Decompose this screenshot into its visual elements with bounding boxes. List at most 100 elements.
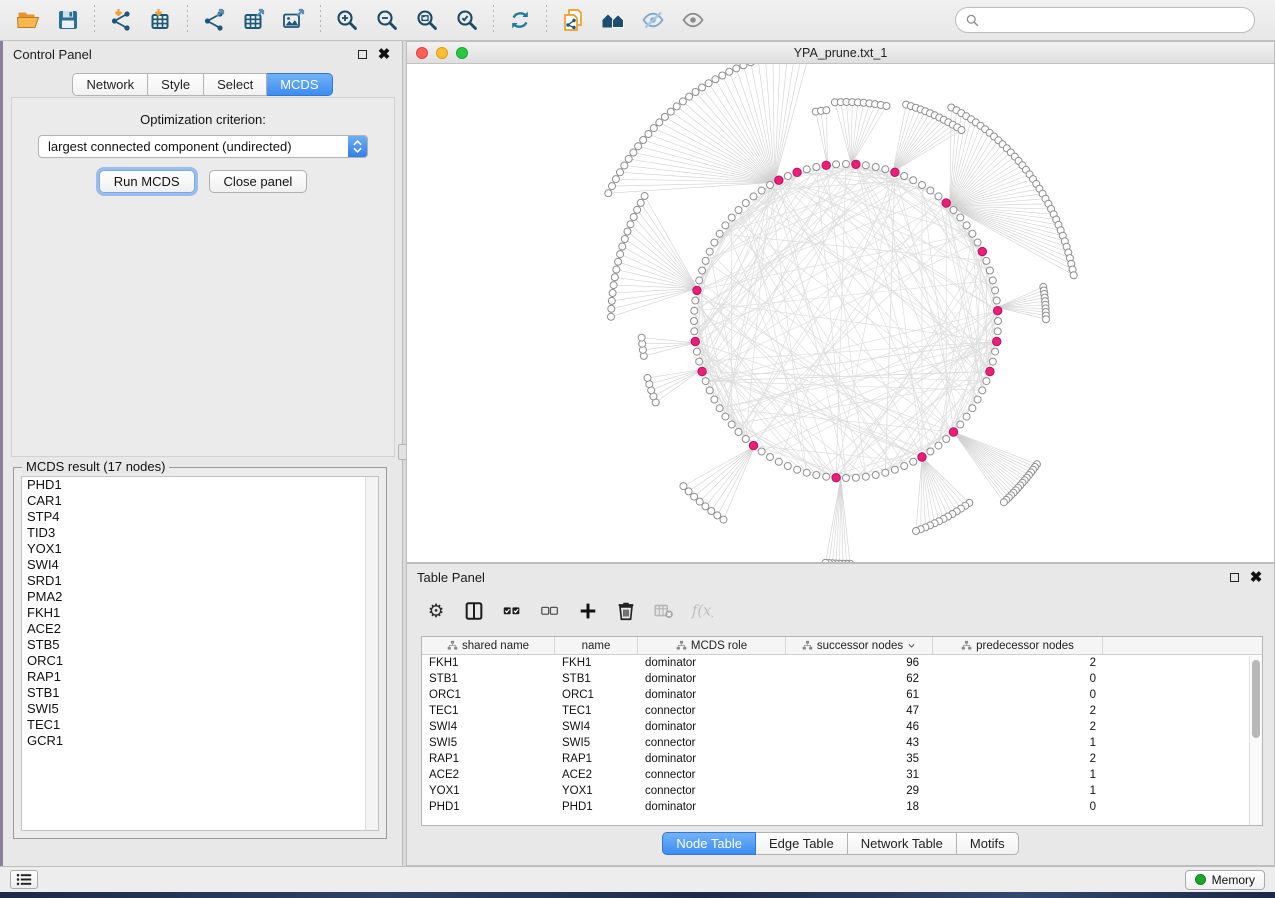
import-network-button[interactable] <box>101 3 141 37</box>
mcds-node-item[interactable]: STP4 <box>22 509 378 525</box>
svg-text:⚙: ⚙ <box>428 600 444 621</box>
table-row[interactable]: STB1STB1dominator620 <box>422 671 1262 687</box>
hide-selected-button[interactable] <box>633 3 673 37</box>
column-header-name[interactable]: name <box>555 637 638 654</box>
window-maximize-icon[interactable] <box>456 47 468 59</box>
search-box[interactable] <box>955 7 1255 33</box>
zoom-fit-button[interactable] <box>407 3 447 37</box>
tab-node-table[interactable]: Node Table <box>662 832 756 855</box>
export-image-icon <box>282 8 306 32</box>
table-row[interactable]: RAP1RAP1dominator352 <box>422 751 1262 767</box>
mcds-node-item[interactable]: ORC1 <box>22 653 378 669</box>
mcds-node-item[interactable]: PHD1 <box>22 477 378 493</box>
deselect-all-checkboxes-button[interactable] <box>533 596 567 626</box>
table-row[interactable]: FKH1FKH1dominator962 <box>422 655 1262 671</box>
table-row[interactable]: SWI4SWI4dominator462 <box>422 719 1262 735</box>
delete-table-icon <box>653 600 675 622</box>
show-all-button[interactable] <box>673 3 713 37</box>
network-column-icon <box>676 640 687 651</box>
optimization-criterion-select[interactable]: largest connected component (undirected) <box>38 135 368 158</box>
memory-button[interactable]: Memory <box>1185 870 1265 890</box>
mcds-node-item[interactable]: RAP1 <box>22 669 378 685</box>
table-scrollbar[interactable] <box>1249 656 1262 825</box>
mcds-node-item[interactable]: YOX1 <box>22 541 378 557</box>
save-session-button[interactable] <box>48 3 88 37</box>
search-input[interactable] <box>986 13 1245 28</box>
add-column-icon <box>577 600 599 622</box>
mcds-node-item[interactable]: TEC1 <box>22 717 378 733</box>
table-row[interactable]: ACE2ACE2connector311 <box>422 767 1262 783</box>
mcds-node-item[interactable]: PMA2 <box>22 589 378 605</box>
table-row[interactable]: TEC1TEC1connector472 <box>422 703 1262 719</box>
columns-view-button[interactable] <box>457 596 491 626</box>
table-panel-tabs: Node TableEdge TableNetwork TableMotifs <box>662 832 1018 855</box>
delete-columns-button[interactable] <box>609 596 643 626</box>
export-table-button[interactable] <box>234 3 274 37</box>
export-network-button[interactable] <box>194 3 234 37</box>
close-panel-button[interactable]: ✖ <box>376 46 392 62</box>
window-minimize-icon[interactable] <box>436 47 448 59</box>
apply-layout-button[interactable] <box>500 3 540 37</box>
mcds-list-scrollbar[interactable] <box>365 477 378 830</box>
add-column-button[interactable] <box>571 596 605 626</box>
table-row[interactable]: YOX1YOX1connector291 <box>422 783 1262 799</box>
float-panel-button[interactable] <box>354 46 370 62</box>
zoom-in-button[interactable] <box>327 3 367 37</box>
mcds-node-item[interactable]: SWI4 <box>22 557 378 573</box>
tab-select[interactable]: Select <box>204 73 267 96</box>
close-panel-action-button[interactable]: Close panel <box>209 170 308 193</box>
select-all-checkboxes-button[interactable] <box>495 596 529 626</box>
export-table-icon <box>242 8 266 32</box>
network-graph[interactable] <box>407 64 1274 562</box>
mcds-node-item[interactable]: FKH1 <box>22 605 378 621</box>
network-canvas[interactable] <box>407 64 1274 562</box>
status-bar: Memory <box>0 866 1275 892</box>
tab-network-table[interactable]: Network Table <box>848 832 957 855</box>
mcds-node-item[interactable]: GCR1 <box>22 733 378 749</box>
tab-style[interactable]: Style <box>148 73 204 96</box>
tab-motifs[interactable]: Motifs <box>957 832 1019 855</box>
mcds-node-item[interactable]: SRD1 <box>22 573 378 589</box>
zoom-out-button[interactable] <box>367 3 407 37</box>
zoom-out-icon <box>375 8 399 32</box>
run-mcds-button[interactable]: Run MCDS <box>99 170 195 193</box>
task-history-button[interactable] <box>10 870 38 889</box>
delete-columns-icon <box>615 600 637 622</box>
network-window-titlebar[interactable]: YPA_prune.txt_1 <box>407 42 1274 64</box>
column-header-shared-name[interactable]: shared name <box>422 637 555 654</box>
mcds-result-title: MCDS result (17 nodes) <box>22 459 169 474</box>
mcds-node-item[interactable]: CAR1 <box>22 493 378 509</box>
column-header-predecessor-nodes[interactable]: predecessor nodes <box>933 637 1103 654</box>
mcds-node-item[interactable]: TID3 <box>22 525 378 541</box>
import-table-button[interactable] <box>141 3 181 37</box>
table-row[interactable]: ORC1ORC1dominator610 <box>422 687 1262 703</box>
cytoscape-window: Control Panel ✖ NetworkStyleSelectMCDS O… <box>0 0 1275 898</box>
window-close-icon[interactable] <box>416 47 428 59</box>
first-neighbors-button[interactable] <box>593 3 633 37</box>
settings-button[interactable]: ⚙ <box>419 596 453 626</box>
column-header-MCDS-role[interactable]: MCDS role <box>638 637 786 654</box>
table-row[interactable]: PHD1PHD1dominator180 <box>422 799 1262 815</box>
table-close-button[interactable]: ✖ <box>1248 569 1264 585</box>
clone-network-button[interactable] <box>553 3 593 37</box>
tab-network[interactable]: Network <box>72 73 148 96</box>
mcds-result-list[interactable]: PHD1CAR1STP4TID3YOX1SWI4SRD1PMA2FKH1ACE2… <box>21 476 379 831</box>
control-panel-title: Control Panel <box>13 47 348 62</box>
column-header-successor-nodes[interactable]: successor nodes <box>786 637 933 654</box>
mcds-node-item[interactable]: ACE2 <box>22 621 378 637</box>
table-scrollbar-thumb[interactable] <box>1252 660 1260 738</box>
tab-mcds[interactable]: MCDS <box>267 73 332 96</box>
import-table-icon <box>149 8 173 32</box>
mcds-node-item[interactable]: SWI5 <box>22 701 378 717</box>
table-float-button[interactable] <box>1226 569 1242 585</box>
mcds-node-item[interactable]: STB5 <box>22 637 378 653</box>
zoom-selected-button[interactable] <box>447 3 487 37</box>
tab-edge-table[interactable]: Edge Table <box>756 832 848 855</box>
table-row[interactable]: SWI5SWI5connector431 <box>422 735 1262 751</box>
mcds-node-item[interactable]: STB1 <box>22 685 378 701</box>
memory-label: Memory <box>1212 873 1255 887</box>
export-image-button[interactable] <box>274 3 314 37</box>
open-file-button[interactable] <box>8 3 48 37</box>
table-toolbar: ⚙f(x) <box>415 592 1266 630</box>
columns-view-icon <box>463 600 485 622</box>
